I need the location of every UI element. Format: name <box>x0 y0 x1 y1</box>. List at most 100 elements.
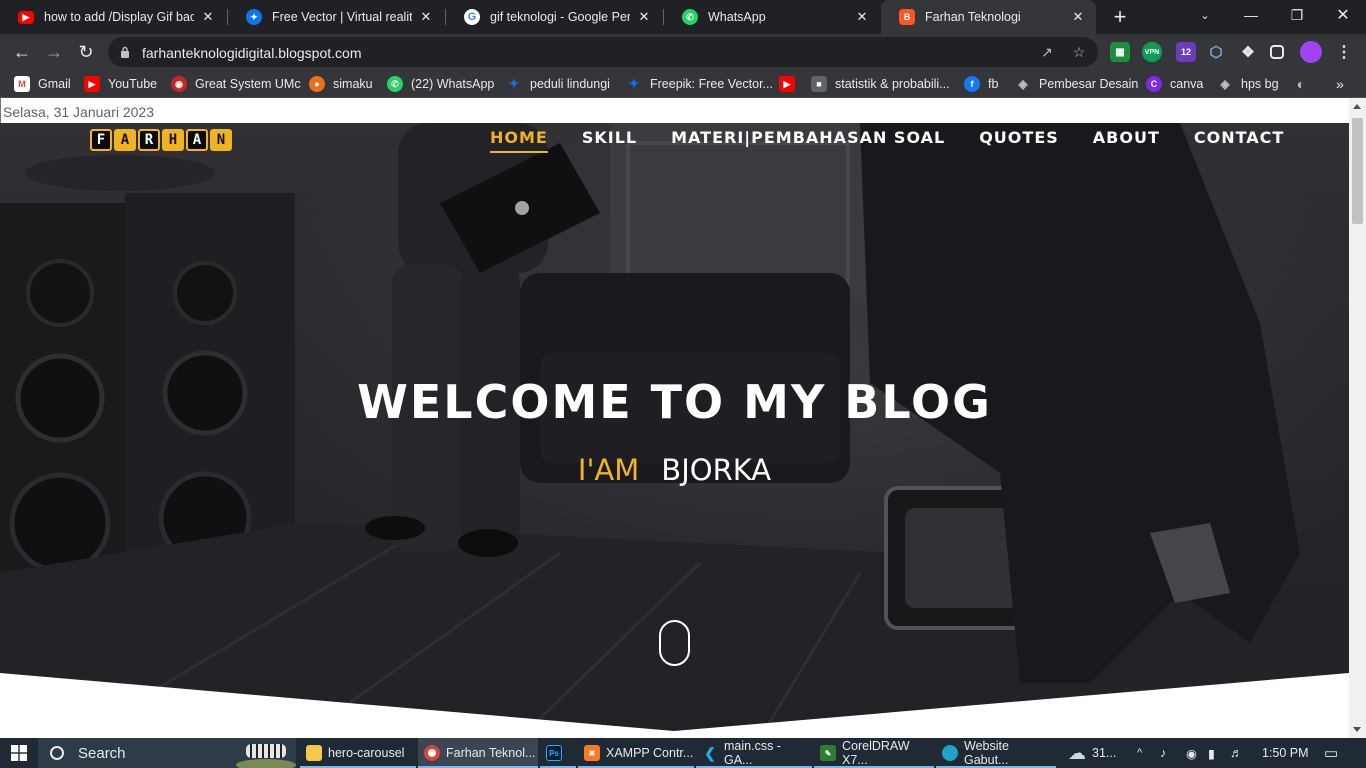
weather-widget[interactable]: ☁ 31... <box>1068 738 1116 768</box>
bookmark-hps-bg[interactable]: ◈ hps bg <box>1217 75 1278 93</box>
vpn-extension-icon[interactable]: VPN <box>1142 42 1162 62</box>
bookmark-pembesar-desain[interactable]: ◈ Pembesar Desain <box>1015 75 1138 93</box>
google-icon: G <box>464 9 480 25</box>
freepik-icon: ✦ <box>508 76 520 91</box>
taskbar-app-photoshop[interactable]: Ps <box>540 738 576 768</box>
simaku-icon: ● <box>309 76 325 92</box>
site-logo[interactable]: F A R H A N <box>90 129 234 151</box>
tab-youtube-gif[interactable]: ▶ how to add /Display Gif back ✕ <box>0 0 226 34</box>
taskbar-app-xampp[interactable]: ✖ XAMPP Contr... <box>578 738 694 768</box>
start-button[interactable] <box>0 738 38 768</box>
bookmark-youtube[interactable]: ▶ YouTube <box>84 75 157 93</box>
folder-icon <box>306 745 322 761</box>
nav-quotes[interactable]: QUOTES <box>979 128 1059 153</box>
bookmark-fb[interactable]: f fb <box>964 75 998 93</box>
page-viewport: Selasa, 31 Januari 2023 F A R H A N HOME… <box>0 98 1349 738</box>
microphone-icon[interactable]: ♪ <box>1160 738 1166 768</box>
hero-section: F A R H A N HOME SKILL MATERI|PEMBAHASAN… <box>0 123 1349 738</box>
battery-icon[interactable]: ▮ <box>1208 738 1215 768</box>
scroll-up-arrow-icon[interactable] <box>1353 104 1361 109</box>
back-button[interactable]: ← <box>10 40 34 64</box>
close-icon[interactable]: ✕ <box>854 9 870 25</box>
tab-farhan-teknologi[interactable]: B Farhan Teknologi ✕ <box>881 0 1096 34</box>
reload-button[interactable]: ↻ <box>74 40 98 64</box>
page-scrollbar[interactable] <box>1349 98 1366 738</box>
youtube-icon: ▶ <box>84 76 100 92</box>
nav-home[interactable]: HOME <box>490 128 548 153</box>
nav-contact[interactable]: CONTACT <box>1194 128 1284 153</box>
tray-overflow-chevron-icon[interactable]: ^ <box>1137 738 1142 768</box>
tab-google-search[interactable]: G gif teknologi - Google Penelu ✕ <box>446 0 662 34</box>
hex-extension-icon[interactable]: ⬡ <box>1206 42 1226 62</box>
whatsapp-icon: ✆ <box>682 9 698 25</box>
logo-letter: N <box>210 129 232 151</box>
bookmark-statistik[interactable]: ■ statistik & probabili... <box>811 75 950 93</box>
lock-icon <box>121 46 129 58</box>
scroll-down-arrow-icon[interactable] <box>1353 727 1361 732</box>
coreldraw-icon: ✎ <box>820 745 836 761</box>
freepik-icon: ✦ <box>628 76 640 91</box>
browser-toolbar: ← → ↻ farhanteknologidigital.blogspot.co… <box>0 34 1366 70</box>
nav-about[interactable]: ABOUT <box>1093 128 1160 153</box>
extension-badge-icon[interactable]: 12 <box>1176 42 1196 62</box>
close-icon[interactable]: ✕ <box>200 9 216 25</box>
scroll-down-mouse-icon[interactable] <box>659 620 690 666</box>
vscode-icon: ❮ <box>704 744 716 761</box>
address-bar[interactable]: farhanteknologidigital.blogspot.com ↗ ☆ <box>108 37 1098 67</box>
taskbar-app-chrome[interactable]: Farhan Teknol... <box>418 738 538 768</box>
share-icon[interactable]: ↗ <box>1038 43 1056 61</box>
facebook-icon: f <box>964 76 980 92</box>
bookmark-peduli-lindungi[interactable]: ✦ peduli lindungi <box>506 75 610 93</box>
nav-materi-pembahasan-soal[interactable]: MATERI|PEMBAHASAN SOAL <box>671 128 945 153</box>
bookmark-great-system-umc[interactable]: ◉ Great System UMc <box>171 75 301 93</box>
forward-button[interactable]: → <box>42 40 66 64</box>
taskbar-app-edge[interactable]: Website Gabut... <box>936 738 1056 768</box>
scrollbar-thumb[interactable] <box>1352 118 1363 224</box>
bookmark-simaku[interactable]: ● simaku <box>309 75 373 93</box>
tab-search-chevron-icon[interactable]: ⌄ <box>1182 0 1228 30</box>
tab-freepik-vector[interactable]: ✦ Free Vector | Virtual reality la ✕ <box>228 0 444 34</box>
layers-icon: ◈ <box>1018 77 1028 91</box>
new-tab-button[interactable]: + <box>1108 4 1132 29</box>
close-icon[interactable]: ✕ <box>1070 9 1086 25</box>
volume-icon[interactable]: ♬ <box>1230 738 1243 768</box>
blogger-icon: B <box>899 9 915 25</box>
notifications-icon[interactable]: ▭ <box>1324 738 1338 768</box>
windows-logo-icon <box>11 745 27 761</box>
taskbar-app-hero-carousel[interactable]: hero-carousel <box>300 738 416 768</box>
sheets-extension-icon[interactable]: ▦ <box>1110 42 1130 62</box>
bookmark-youtube-2[interactable]: ▶ <box>779 75 803 93</box>
layers-icon: ◈ <box>1220 77 1230 91</box>
bookmark-gmail[interactable]: M Gmail <box>14 75 71 93</box>
wifi-icon[interactable]: ◉ <box>1186 738 1197 768</box>
youtube-icon: ▶ <box>779 76 795 92</box>
clock[interactable]: 1:50 PM <box>1262 738 1309 768</box>
hero-bottom-divider <box>0 673 1349 738</box>
close-window-button[interactable]: ✕ <box>1320 0 1366 30</box>
taskbar-app-coreldraw[interactable]: ✎ CorelDRAW X7... <box>814 738 934 768</box>
minimize-button[interactable]: — <box>1228 0 1274 30</box>
close-icon[interactable]: ✕ <box>636 9 652 25</box>
bookmark-star-icon[interactable]: ☆ <box>1070 43 1088 61</box>
bookmark-whatsapp[interactable]: ✆ (22) WhatsApp <box>387 75 494 93</box>
puzzle-icon[interactable]: ❖ <box>1238 42 1258 62</box>
whatsapp-icon: ✆ <box>387 76 403 92</box>
freepik-icon: ✦ <box>246 9 262 25</box>
restore-button[interactable]: ❐ <box>1274 0 1320 30</box>
more-menu-icon[interactable]: ⋮ <box>1334 42 1354 62</box>
bookmark-freepik[interactable]: ✦ Freepik: Free Vector... <box>626 75 773 93</box>
taskbar-app-vscode[interactable]: ❮ main.css - GA... <box>696 738 812 768</box>
main-nav: HOME SKILL MATERI|PEMBAHASAN SOAL QUOTES… <box>490 128 1318 153</box>
bookmark-canva[interactable]: Ccanva <box>1146 75 1203 93</box>
close-icon[interactable]: ✕ <box>418 9 434 25</box>
side-panel-icon[interactable] <box>1270 45 1284 59</box>
taskbar-search-box[interactable]: Search <box>38 738 296 768</box>
hero-subline: I'AM BJORKA <box>0 453 1349 487</box>
browser-tab-strip: ▶ how to add /Display Gif back ✕ ✦ Free … <box>0 0 1366 34</box>
xampp-icon: ✖ <box>584 745 600 761</box>
nav-skill[interactable]: SKILL <box>582 128 637 153</box>
profile-avatar[interactable] <box>1300 41 1322 63</box>
tab-whatsapp[interactable]: ✆ WhatsApp ✕ <box>664 0 880 34</box>
bookmark-globe[interactable]: ◐ <box>1293 75 1317 93</box>
bookmarks-overflow-chevron-icon[interactable]: » <box>1336 75 1344 93</box>
